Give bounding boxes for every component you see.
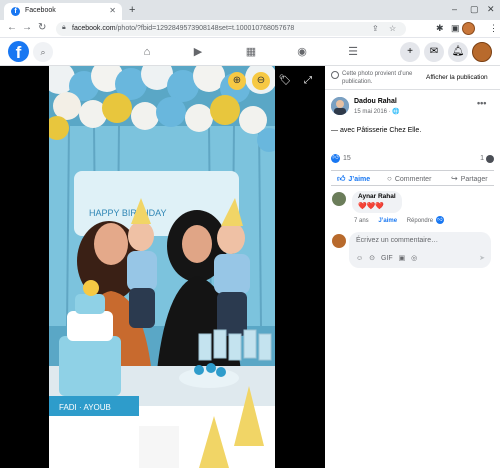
address-bar[interactable]: 🔒︎ facebook.com/photo/?fbid=129284957390… [56, 22, 406, 36]
comment-meta: 7 ans J’aime Répondre [354, 218, 441, 224]
reactions-summary: 👍︎ 15 1 [331, 153, 494, 165]
comment-composer[interactable]: Écrivez un commentaire… ☺ ⊙ GIF ▣ ◎ ➤ [349, 232, 491, 268]
commenter-name[interactable]: Aynar Rahal [358, 193, 396, 200]
view-post-link[interactable]: Afficher la publication [426, 74, 488, 81]
cake-label: FADI · AYOUB [59, 403, 111, 412]
share-arrow-icon: ↪ [451, 174, 458, 183]
maximize-button[interactable]: ▢ [470, 4, 479, 15]
facebook-logo[interactable]: f [8, 41, 29, 62]
emoji-icon[interactable]: ☺ [356, 255, 363, 262]
comment-bubble: Aynar Rahal ❤️❤️❤️ [352, 191, 402, 213]
new-tab-button[interactable]: + [129, 4, 135, 16]
comment-like-link[interactable]: J’aime [378, 218, 397, 224]
comment-button[interactable]: ○ Commenter [387, 174, 431, 183]
minimize-button[interactable]: – [452, 4, 457, 14]
tab-close-icon[interactable]: ✕ [109, 6, 116, 15]
comment-text: ❤️❤️❤️ [358, 203, 385, 210]
facebook-header: f ⌕ ⌂ ▶ ▦ ◉ ☰ + ✉ 🔔︎ [0, 38, 500, 66]
commenter-avatar[interactable] [332, 192, 346, 206]
lock-icon: 🔒︎ [62, 24, 66, 31]
forward-icon[interactable]: → [22, 22, 32, 33]
star-icon[interactable]: ☆ [389, 24, 396, 33]
current-user-avatar [332, 234, 346, 248]
source-notice: Cette photo provient d’une publication. … [325, 66, 500, 90]
post-date[interactable]: 15 mai 2016 · 🌐 [354, 108, 400, 115]
notifications-icon[interactable]: 🔔︎ [448, 42, 468, 62]
more-options-icon[interactable]: ••• [477, 98, 486, 108]
notice-text: Cette photo provient d’une publication. [342, 71, 413, 85]
watch-icon[interactable]: ▶ [190, 44, 206, 60]
browser-toolbar: ← → ↻ 🔒︎ facebook.com/photo/?fbid=129284… [0, 20, 500, 38]
tab-title: Facebook [25, 7, 56, 14]
composer-tools: ☺ ⊙ GIF ▣ ◎ [356, 254, 421, 262]
extensions-icon[interactable]: ✱ [436, 23, 444, 34]
create-icon[interactable]: + [400, 42, 420, 62]
url-text: facebook.com/photo/?fbid=129284957390814… [72, 25, 295, 32]
share-icon[interactable]: ⇪ [372, 24, 379, 33]
zoom-in-icon[interactable]: ⊕ [228, 72, 246, 90]
like-reaction-icon: 👍︎ [331, 154, 340, 163]
post-actions: 👍︎ J’aime ○ Commenter ↪ Partager [331, 170, 494, 186]
comment-icon: ○ [387, 174, 392, 183]
sticker-icon[interactable]: ▣ [399, 255, 406, 262]
back-icon[interactable]: ← [7, 22, 17, 33]
gif-icon[interactable]: GIF [381, 255, 393, 262]
reload-icon[interactable]: ↻ [38, 22, 46, 33]
post-panel: Cette photo provient d’une publication. … [325, 66, 500, 468]
zoom-out-icon[interactable]: ⊖ [252, 72, 270, 90]
globe-icon: 🌐 [392, 109, 400, 115]
home-icon[interactable]: ⌂ [139, 44, 155, 60]
comment-age[interactable]: 7 ans [354, 218, 369, 224]
thumbs-up-icon: 👍︎ [337, 174, 346, 183]
post-caption: — avec Pâtisserie Chez Elle. [331, 127, 422, 134]
fullscreen-icon[interactable]: ⤢ [299, 72, 317, 90]
commenter-avatar-icon [486, 155, 494, 163]
like-button[interactable]: 👍︎ J’aime [337, 174, 370, 184]
reaction-count[interactable]: 15 [343, 155, 351, 162]
send-icon[interactable]: ➤ [479, 254, 485, 262]
author-name[interactable]: Dadou Rahal [354, 98, 397, 105]
avatar-sticker-icon[interactable]: ◎ [411, 255, 417, 262]
svg-text:HAPPY BIRTHDAY: HAPPY BIRTHDAY [89, 208, 167, 218]
comment-like-badge-icon: 👍︎ [436, 216, 444, 224]
photo-illustration: HAPPY BIRTHDAY FADI · AYOUB [49, 66, 275, 468]
birthday-photo: HAPPY BIRTHDAY FADI · AYOUB [49, 66, 275, 468]
close-window-button[interactable]: ✕ [487, 4, 495, 15]
author-avatar-image [331, 97, 349, 115]
account-icon[interactable] [472, 42, 492, 62]
info-icon [331, 71, 339, 79]
browser-menu-icon[interactable]: ⋮ [489, 23, 498, 34]
tab-strip: f Facebook ✕ + – ▢ ✕ [0, 0, 500, 20]
messenger-icon[interactable]: ✉ [424, 42, 444, 62]
author-avatar[interactable] [331, 97, 349, 115]
comment-reply-link[interactable]: Répondre [407, 218, 433, 224]
marketplace-icon[interactable]: ▦ [243, 44, 259, 60]
comment-input[interactable]: Écrivez un commentaire… [356, 237, 438, 244]
sidepanel-icon[interactable]: ▣ [451, 23, 460, 34]
comment-count[interactable]: 1 [480, 155, 484, 162]
camera-icon[interactable]: ⊙ [369, 255, 375, 262]
share-button[interactable]: ↪ Partager [451, 174, 488, 183]
search-icon[interactable]: ⌕ [33, 42, 53, 62]
menu-icon[interactable]: ☰ [345, 44, 361, 60]
facebook-favicon-icon: f [11, 7, 20, 16]
tag-icon[interactable]: 🏷︎ [276, 72, 294, 90]
photo-viewer: HAPPY BIRTHDAY FADI · AYOUB ⊕ ⊖ 🏷︎ ⤢ [0, 66, 325, 468]
groups-icon[interactable]: ◉ [294, 44, 310, 60]
browser-tab[interactable]: f Facebook ✕ [4, 3, 122, 20]
profile-icon[interactable] [462, 22, 475, 35]
